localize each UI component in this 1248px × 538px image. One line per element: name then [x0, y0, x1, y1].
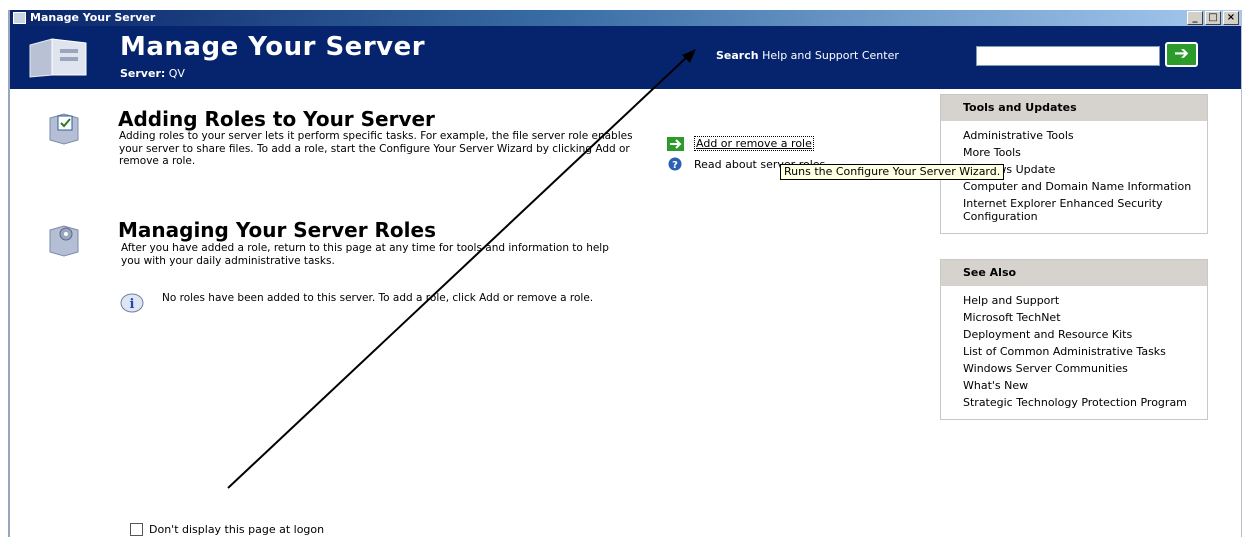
adding-roles-title: Adding Roles to Your Server — [118, 107, 435, 131]
help-icon: ? — [668, 157, 682, 171]
search-label: Search Help and Support Center — [716, 49, 899, 62]
add-remove-role-link[interactable]: Add or remove a role — [694, 136, 814, 151]
see-also-help-and-support[interactable]: Help and Support — [963, 294, 1199, 307]
maximize-button[interactable]: □ — [1205, 11, 1221, 25]
see-also-whats-new[interactable]: What's New — [963, 379, 1199, 392]
window-controls: _ □ × — [1187, 11, 1239, 25]
server-icon — [29, 38, 87, 78]
managing-roles-text: After you have added a role, return to t… — [121, 242, 609, 267]
title-bar[interactable]: Manage Your Server _ □ × — [10, 10, 1241, 26]
configure-wizard-tooltip: Runs the Configure Your Server Wizard. — [780, 164, 1005, 180]
window-title: Manage Your Server — [30, 11, 156, 24]
tools-item-computer-domain-name[interactable]: Computer and Domain Name Information — [963, 180, 1199, 193]
managing-roles-title: Managing Your Server Roles — [118, 218, 436, 242]
server-window-icon — [13, 12, 26, 24]
tools-item-administrative-tools[interactable]: Administrative Tools — [963, 129, 1199, 142]
manage-your-server-window: Manage Your Server _ □ × Manage Your Ser… — [8, 10, 1242, 537]
see-also-deployment-kits[interactable]: Deployment and Resource Kits — [963, 328, 1199, 341]
adding-roles-icon — [49, 113, 79, 145]
no-roles-info-text: No roles have been added to this server.… — [162, 292, 594, 304]
search-go-button[interactable]: ➔ — [1165, 42, 1198, 67]
tools-and-updates-heading: Tools and Updates — [941, 95, 1207, 121]
page-header: Manage Your Server Server: QV Search Hel… — [10, 26, 1241, 89]
dont-display-option[interactable]: Don't display this page at logon — [130, 523, 324, 536]
see-also-server-communities[interactable]: Windows Server Communities — [963, 362, 1199, 375]
minimize-button[interactable]: _ — [1187, 11, 1203, 25]
managing-roles-icon — [49, 225, 79, 257]
see-also-heading: See Also — [941, 260, 1207, 286]
dont-display-checkbox[interactable] — [130, 523, 143, 536]
see-also-strategic-protection[interactable]: Strategic Technology Protection Program — [963, 396, 1199, 409]
see-also-common-admin-tasks[interactable]: List of Common Administrative Tasks — [963, 345, 1199, 358]
search-label-bold: Search — [716, 49, 759, 62]
close-button[interactable]: × — [1223, 11, 1239, 25]
tools-item-more-tools[interactable]: More Tools — [963, 146, 1199, 159]
green-arrow-icon — [667, 136, 684, 151]
adding-roles-text: Adding roles to your server lets it perf… — [119, 130, 633, 167]
svg-text:i: i — [130, 297, 135, 312]
svg-text:?: ? — [672, 160, 678, 171]
search-input[interactable] — [976, 46, 1160, 66]
add-remove-role-action[interactable]: Add or remove a role — [667, 136, 814, 151]
dont-display-label: Don't display this page at logon — [149, 523, 325, 536]
see-also-technet[interactable]: Microsoft TechNet — [963, 311, 1199, 324]
server-label: Server: — [120, 67, 166, 80]
see-also-panel: See Also Help and Support Microsoft Tech… — [940, 259, 1208, 420]
see-also-list: Help and Support Microsoft TechNet Deplo… — [941, 286, 1207, 419]
green-arrow-icon: ➔ — [1173, 43, 1190, 64]
server-name-line: Server: QV — [120, 67, 185, 80]
server-name: QV — [168, 67, 185, 80]
search-label-rest: Help and Support Center — [762, 49, 899, 62]
info-icon: i — [120, 293, 144, 313]
tools-item-ie-enhanced-security[interactable]: Internet Explorer Enhanced Security Conf… — [963, 197, 1199, 223]
page-title: Manage Your Server — [120, 32, 426, 62]
